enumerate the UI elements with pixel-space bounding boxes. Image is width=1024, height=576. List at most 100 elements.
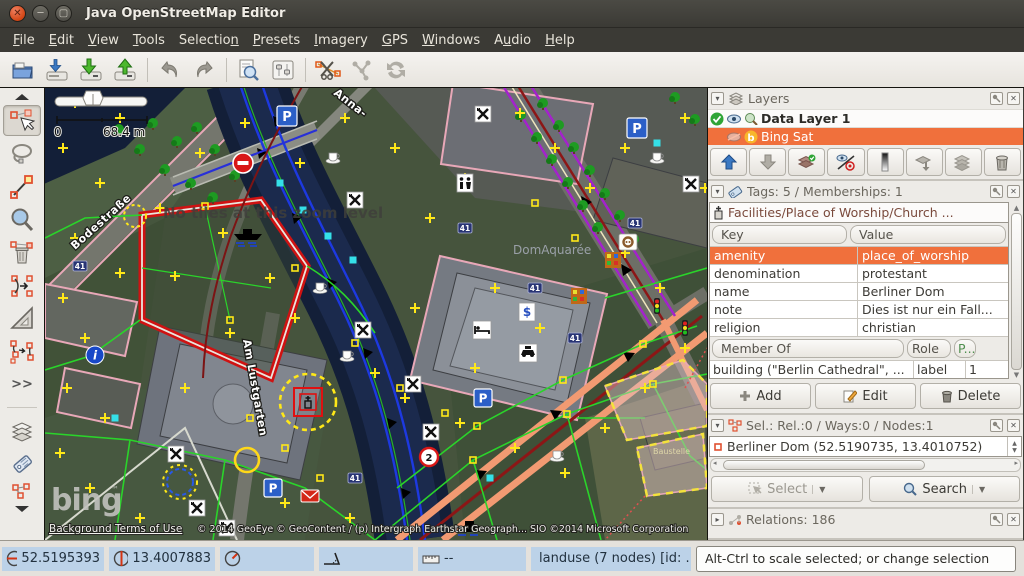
select-button[interactable]: Select ▼ <box>711 476 863 502</box>
delete-tool[interactable] <box>3 237 41 268</box>
pin-icon[interactable] <box>990 92 1003 105</box>
move-layer-down-button[interactable] <box>749 148 786 176</box>
maximize-icon[interactable]: ▢ <box>55 5 72 22</box>
preset-link[interactable]: Facilities/Place of Worship/Church ... <box>709 202 1009 222</box>
svg-text:b: b <box>747 133 754 144</box>
menu-gps[interactable]: GPS <box>375 31 415 50</box>
pin-icon[interactable] <box>990 419 1003 432</box>
edit-tag-button[interactable]: Edit <box>815 383 916 409</box>
menu-selection[interactable]: Selection <box>172 31 246 50</box>
download-osm-button[interactable] <box>40 55 74 85</box>
selection-hscrollbar[interactable]: ◂▸ <box>710 458 1021 472</box>
list-spinner[interactable]: ▲▼ <box>1007 437 1021 456</box>
wc-icon <box>457 174 473 192</box>
menu-windows[interactable]: Windows <box>415 31 487 50</box>
merge-layer-down-button[interactable] <box>906 148 943 176</box>
menu-file[interactable]: File <box>6 31 42 50</box>
terms-of-use-link[interactable]: Background Terms of Use <box>49 523 182 535</box>
edit-tool-strip: >> <box>0 88 45 540</box>
menu-audio[interactable]: Audio <box>487 31 538 50</box>
activate-layer-button[interactable] <box>788 148 825 176</box>
split-way-button[interactable] <box>311 55 345 85</box>
search-button[interactable]: Search ▼ <box>869 476 1021 502</box>
select-move-tool[interactable] <box>3 105 41 136</box>
open-button[interactable] <box>6 55 40 85</box>
pin-icon[interactable] <box>990 185 1003 198</box>
expand-icon[interactable]: ▸ <box>711 513 724 526</box>
layer-row-data[interactable]: Data Layer 1 <box>708 109 1023 127</box>
zoom-tool[interactable] <box>3 204 41 235</box>
angle-icon <box>323 551 341 566</box>
tag-row[interactable]: nameBerliner Dom <box>710 282 1008 300</box>
close-icon[interactable]: ✕ <box>1007 185 1020 198</box>
move-layer-up-button[interactable] <box>710 148 747 176</box>
menu-view[interactable]: View <box>81 31 126 50</box>
tools-scroll-down-icon[interactable] <box>3 503 41 515</box>
parallel-way-tool[interactable] <box>3 336 41 367</box>
eye-off-icon[interactable] <box>727 132 741 142</box>
duplicate-layer-button[interactable] <box>945 148 982 176</box>
eye-icon[interactable] <box>727 114 741 124</box>
redo-button[interactable] <box>187 55 221 85</box>
membership-row[interactable]: building ("Berlin Cathedral", ... label … <box>710 360 1008 378</box>
map-canvas[interactable]: P P P P 41 41 41 41 41 41 <box>45 88 707 540</box>
extrude-tool[interactable] <box>3 303 41 334</box>
download-data-button[interactable] <box>74 55 108 85</box>
tag-icon <box>728 186 743 198</box>
selection-panel-toggle[interactable] <box>3 481 41 501</box>
delete-tag-button[interactable]: Delete <box>920 383 1021 409</box>
tags-panel-toggle[interactable] <box>3 448 41 479</box>
collapse-icon[interactable]: ▾ <box>711 92 724 105</box>
upload-button[interactable] <box>108 55 142 85</box>
search-preferences-button[interactable] <box>232 55 266 85</box>
layer-opacity-button[interactable] <box>867 148 904 176</box>
pin-icon[interactable] <box>990 513 1003 526</box>
housenumber-plaque: 41 <box>570 334 580 343</box>
refresh-button[interactable] <box>379 55 413 85</box>
menu-edit[interactable]: Edit <box>42 31 81 50</box>
draw-node-tool[interactable] <box>3 171 41 202</box>
combine-way-button[interactable] <box>345 55 379 85</box>
close-icon[interactable]: ✕ <box>1007 513 1020 526</box>
add-tag-button[interactable]: Add <box>710 383 811 409</box>
key-column-header[interactable]: Key <box>712 225 847 244</box>
show-hide-layer-button[interactable] <box>827 148 864 176</box>
undo-button[interactable] <box>153 55 187 85</box>
menu-presets[interactable]: Presets <box>246 31 307 50</box>
menu-tools[interactable]: Tools <box>126 31 172 50</box>
tags-panel: ▾ Tags: 5 / Memberships: 1 ✕ Facilities/… <box>708 181 1023 415</box>
value-column-header[interactable]: Value <box>850 225 1006 244</box>
collapse-icon[interactable]: ▾ <box>711 185 724 198</box>
minimize-icon[interactable]: ─ <box>32 5 49 22</box>
panel-title: Tags: 5 / Memberships: 1 <box>747 184 986 199</box>
parking-icon: P <box>282 110 292 125</box>
role-header[interactable]: Role <box>907 339 951 358</box>
no-entry-icon <box>233 153 253 173</box>
position-header[interactable]: P... <box>954 339 976 358</box>
menu-help[interactable]: Help <box>538 31 582 50</box>
close-icon[interactable]: ✕ <box>1007 419 1020 432</box>
menu-imagery[interactable]: Imagery <box>307 31 375 50</box>
close-icon[interactable]: ✕ <box>1007 92 1020 105</box>
member-of-header[interactable]: Member Of <box>712 339 904 358</box>
close-icon[interactable]: ✕ <box>9 5 26 22</box>
tag-row[interactable]: noteDies ist nur ein Fall... <box>710 300 1008 318</box>
selection-list-item[interactable]: Berliner Dom (52.5190735, 13.4010752) ▲▼ <box>709 436 1022 457</box>
ruler-icon <box>422 553 440 565</box>
window-title: Java OpenStreetMap Editor <box>86 6 285 21</box>
tools-scroll-up-icon[interactable] <box>3 91 41 103</box>
status-bar: 52.5195393 13.4007883 -- landuse (7 node… <box>0 540 1024 576</box>
delete-layer-button[interactable] <box>984 148 1021 176</box>
tags-scrollbar[interactable]: ▲ ▼ <box>1010 202 1023 379</box>
tag-row[interactable]: denominationprotestant <box>710 264 1008 282</box>
parking-icon: P <box>632 122 642 137</box>
tag-row[interactable]: religionchristian <box>710 318 1008 336</box>
layers-panel-toggle[interactable] <box>3 415 41 446</box>
more-tools-button[interactable]: >> <box>3 369 41 400</box>
preferences-button[interactable] <box>266 55 300 85</box>
layer-row-bing[interactable]: b Bing Sat <box>708 127 1023 145</box>
collapse-icon[interactable]: ▾ <box>711 419 724 432</box>
tag-row[interactable]: amenityplace_of_worship <box>710 246 1008 264</box>
merge-nodes-tool[interactable] <box>3 270 41 301</box>
lasso-tool[interactable] <box>3 138 41 169</box>
